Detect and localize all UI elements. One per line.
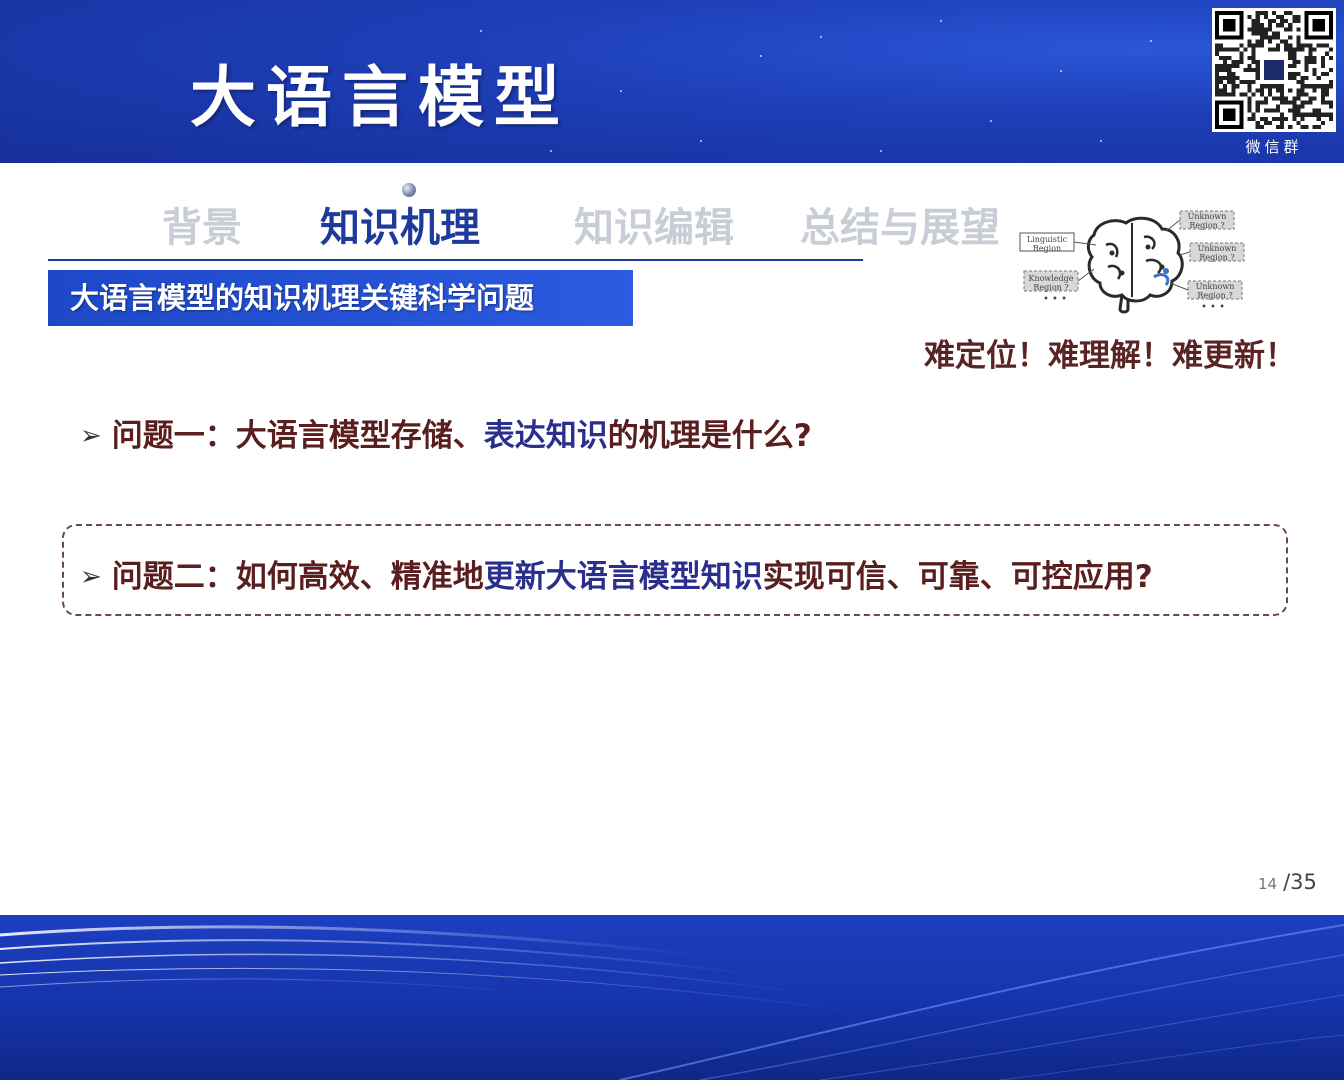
label-linguistic: Linguistic Region (1026, 235, 1068, 253)
label-knowledge: Knowledge Region ? (1028, 274, 1074, 292)
question-two-prefix: 问题二： (111, 559, 236, 595)
header-band: 大语言模型 微信群 (0, 0, 1344, 163)
question-two-part2: 实现可信、可靠、可控应用? (762, 559, 1153, 595)
footer-light-streaks (0, 924, 1344, 1080)
tab-summary-outlook[interactable]: 总结与展望 (800, 195, 1000, 253)
footer-band (0, 915, 1344, 1080)
nav-underline (48, 259, 863, 261)
brain-diagram: Linguistic Region Knowledge Region ? Unkno… (1016, 205, 1246, 325)
question-one: ➢ 问题一：大语言模型存储、表达知识的机理是什么? (80, 410, 812, 455)
tab-knowledge-mechanism[interactable]: 知识机理 (320, 195, 480, 253)
label-unknown-3: Unknown Region ? (1195, 282, 1235, 300)
page-number: 14/35 (1258, 870, 1317, 894)
question-two-part1: 如何高效、精准地 (235, 559, 484, 595)
tab-knowledge-editing[interactable]: 知识编辑 (574, 195, 734, 253)
question-one-highlight: 表达知识 (483, 418, 608, 454)
ellipsis-right: • • • (1200, 302, 1226, 313)
section-banner: 大语言模型的知识机理关键科学问题 (48, 270, 633, 326)
question-two-highlight: 更新大语言模型知识 (483, 559, 763, 595)
question-two: ➢ 问题二：如何高效、精准地更新大语言模型知识实现可信、可靠、可控应用? (80, 551, 1153, 596)
tab-background[interactable]: 背景 (162, 195, 242, 253)
difficulty-caption: 难定位！难理解！难更新！ (924, 338, 1296, 374)
page-current: 14 (1258, 875, 1278, 893)
arrow-bullet-icon: ➢ (80, 562, 102, 592)
qr-caption: 微信群 (1245, 138, 1303, 156)
label-unknown-1: Unknown Region ? (1187, 212, 1227, 230)
arrow-bullet-icon: ➢ (80, 421, 102, 451)
question-one-prefix: 问题一： (111, 418, 236, 454)
label-unknown-2: Unknown Region ? (1197, 244, 1237, 262)
page-total: /35 (1283, 870, 1317, 894)
qr-code-block: 微信群 (1212, 8, 1336, 156)
slide-title: 大语言模型 (190, 59, 570, 136)
section-nav: 背景 知识机理 知识编辑 总结与展望 (0, 195, 1010, 255)
question-one-part1: 大语言模型存储、 (235, 418, 484, 454)
question-one-part2: 的机理是什么? (607, 418, 812, 454)
qr-code-icon (1212, 8, 1336, 132)
ellipsis-left: • • • (1042, 294, 1068, 305)
